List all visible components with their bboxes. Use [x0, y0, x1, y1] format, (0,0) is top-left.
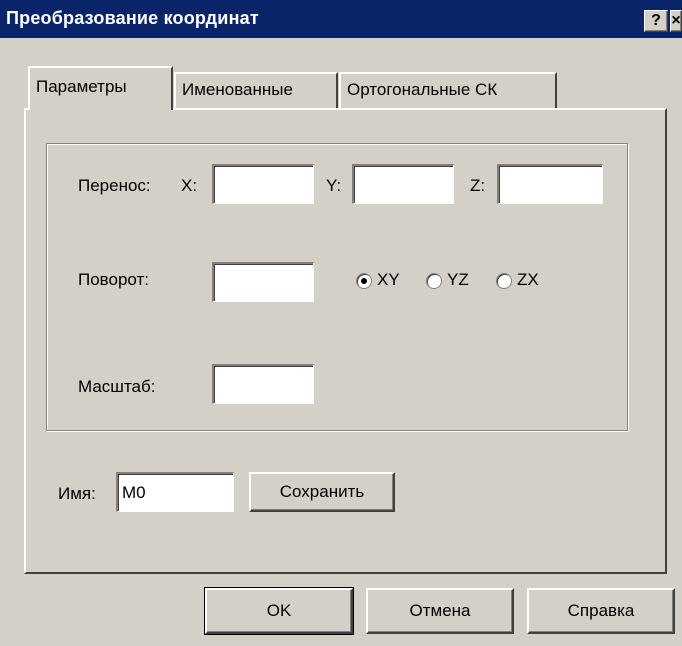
radio-selected-dot — [361, 278, 367, 284]
rotate-label: Поворот: — [78, 270, 150, 289]
z-label: Z: — [470, 176, 486, 195]
name-input[interactable] — [116, 472, 234, 512]
scale-label: Масштаб: — [78, 377, 156, 396]
close-icon[interactable]: × — [670, 10, 682, 32]
radio-yz[interactable] — [426, 273, 442, 289]
window-title: Преобразование координат — [6, 8, 259, 28]
radio-zx[interactable] — [496, 273, 512, 289]
tab-label: Именованные — [182, 80, 293, 99]
radio-xy-label[interactable]: XY — [377, 270, 400, 290]
x-label: X: — [181, 176, 198, 195]
name-label: Имя: — [58, 484, 96, 503]
radio-xy[interactable] — [356, 273, 372, 289]
translate-x-input[interactable] — [212, 164, 314, 204]
radio-yz-label[interactable]: YZ — [447, 270, 469, 290]
help-icon[interactable]: ? — [644, 10, 668, 32]
ok-button[interactable]: OK — [204, 587, 354, 635]
tab-label: Ортогональные СК — [347, 80, 498, 99]
translate-label: Перенос: — [78, 176, 151, 195]
translate-z-input[interactable] — [497, 164, 603, 204]
translate-y-input[interactable] — [352, 164, 454, 204]
save-button[interactable]: Сохранить — [249, 472, 395, 512]
scale-input[interactable] — [212, 364, 314, 404]
tab-label: Параметры — [36, 77, 127, 96]
rotate-input[interactable] — [212, 262, 314, 302]
title-bar[interactable]: Преобразование координат ? × — [0, 0, 682, 38]
tab-orthogonal-cs[interactable]: Ортогональные СК — [339, 72, 557, 108]
coordinate-transform-dialog: Преобразование координат ? × Параметры И… — [0, 0, 682, 646]
radio-zx-label[interactable]: ZX — [517, 270, 539, 290]
tab-parameters[interactable]: Параметры — [28, 66, 173, 110]
y-label: Y: — [326, 176, 342, 195]
cancel-button[interactable]: Отмена — [366, 588, 514, 634]
tab-named[interactable]: Именованные — [174, 72, 338, 108]
help-button[interactable]: Справка — [527, 588, 675, 634]
